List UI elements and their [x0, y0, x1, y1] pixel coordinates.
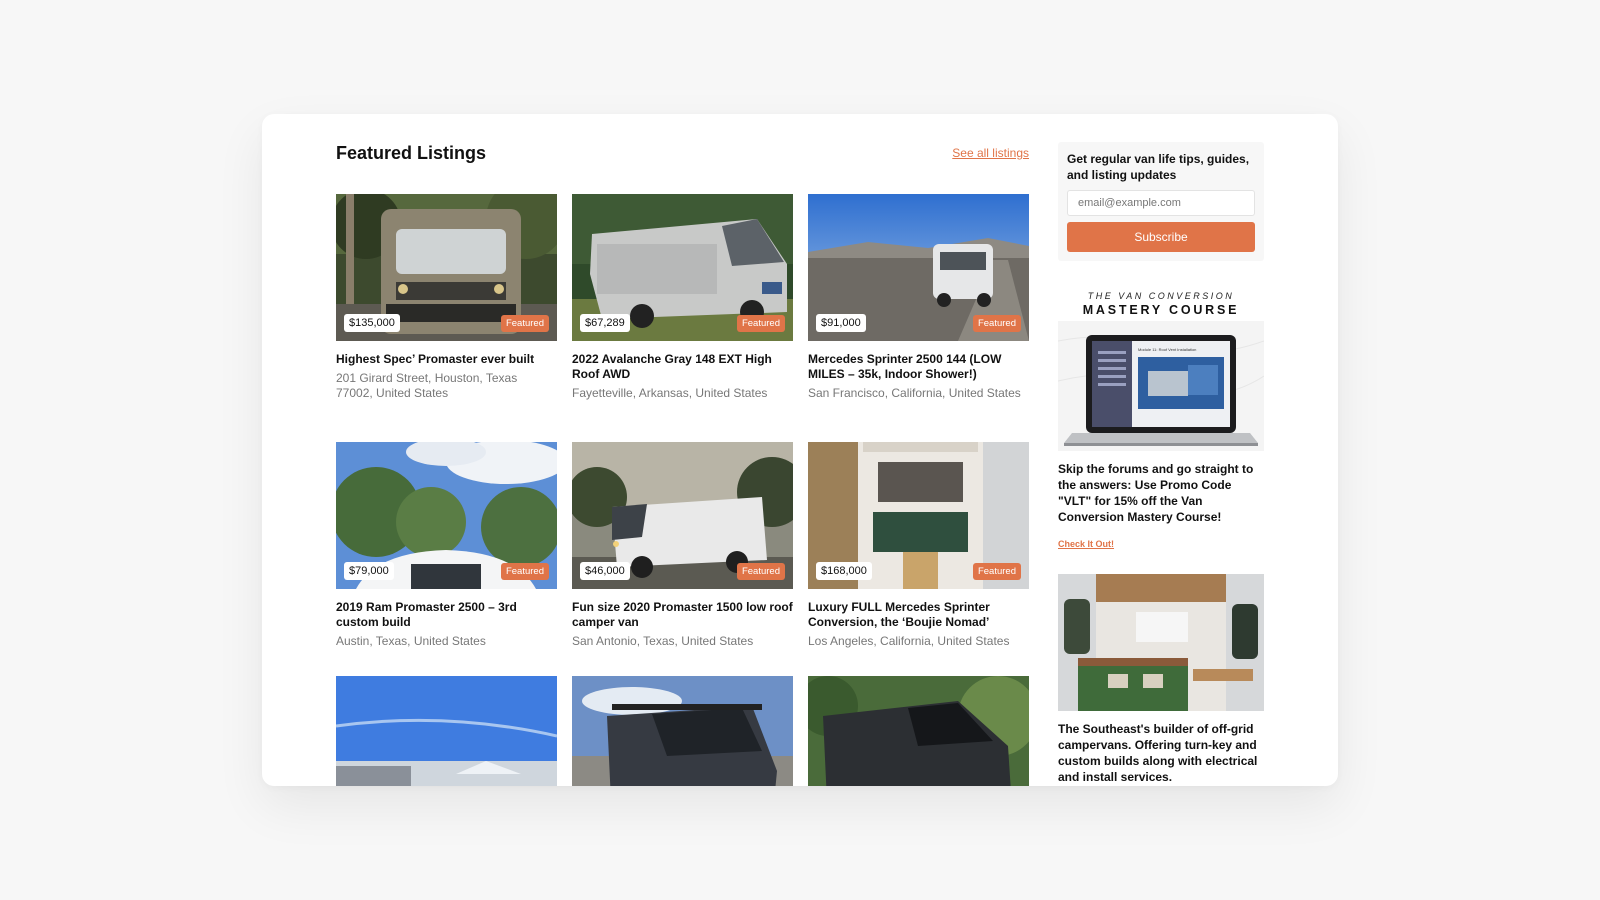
van-photo-image: [808, 676, 1029, 786]
course-eyebrow: THE VAN CONVERSION: [1087, 291, 1235, 301]
van-photo-image: [336, 676, 557, 786]
builder-ad-text: The Southeast's builder of off-grid camp…: [1058, 722, 1258, 784]
listing-photo[interactable]: $135,000 Featured: [336, 194, 557, 341]
price-tag: $168,000: [816, 562, 872, 580]
featured-badge: Featured: [972, 563, 1021, 580]
newsletter-box: Get regular van life tips, guides, and l…: [1058, 142, 1264, 261]
listing-photo[interactable]: $46,000 Featured: [572, 442, 793, 589]
listing-card[interactable]: $91,000 Featured Mercedes Sprinter 2500 …: [808, 194, 1029, 401]
listing-photo[interactable]: [572, 676, 793, 786]
price-tag: $91,000: [816, 314, 866, 332]
sidebar: Get regular van life tips, guides, and l…: [1058, 142, 1264, 785]
van-photo-image: [572, 676, 793, 786]
listing-card[interactable]: $67,289 Featured 2022 Avalanche Gray 148…: [572, 194, 793, 401]
section-title: Featured Listings: [336, 142, 487, 163]
see-all-listings-link[interactable]: See all listings: [952, 146, 1029, 160]
listing-card[interactable]: $46,000 Featured Fun size 2020 Promaster…: [572, 442, 793, 649]
listing-photo[interactable]: $91,000 Featured: [808, 194, 1029, 341]
featured-badge: Featured: [500, 315, 549, 332]
listing-title[interactable]: Mercedes Sprinter 2500 144 (LOW MILES – …: [808, 352, 1029, 382]
listing-card[interactable]: $168,000 Featured Luxury FULL Mercedes S…: [808, 442, 1029, 649]
featured-badge: Featured: [736, 315, 785, 332]
price-tag: $135,000: [344, 314, 400, 332]
newsletter-text: Get regular van life tips, guides, and l…: [1067, 152, 1250, 182]
listing-title[interactable]: Highest Spec’ Promaster ever built: [336, 352, 557, 367]
listing-location: Fayetteville, Arkansas, United States: [572, 386, 768, 400]
listing-location: Austin, Texas, United States: [336, 634, 486, 648]
featured-listings-section: Featured Listings See all listings $135,…: [336, 140, 1029, 786]
listing-photo[interactable]: [808, 676, 1029, 786]
listing-card[interactable]: [336, 676, 557, 786]
price-tag: $46,000: [580, 562, 630, 580]
listing-card[interactable]: [808, 676, 1029, 786]
listing-location: San Antonio, Texas, United States: [572, 634, 754, 648]
listing-card[interactable]: [572, 676, 793, 786]
laptop-screen-caption: Module 11: Roof Vent Installation: [1138, 347, 1196, 352]
listing-title[interactable]: Luxury FULL Mercedes Sprinter Conversion…: [808, 600, 1029, 630]
course-ad[interactable]: THE VAN CONVERSION MASTERY COURSE Module…: [1058, 291, 1264, 552]
email-input[interactable]: [1067, 190, 1255, 216]
check-it-out-link[interactable]: Check It Out!: [1058, 539, 1114, 549]
featured-badge: Featured: [500, 563, 549, 580]
listing-location: San Francisco, California, United States: [808, 386, 1021, 400]
content-card: Featured Listings See all listings $135,…: [262, 114, 1338, 786]
listing-card[interactable]: $135,000 Featured Highest Spec’ Promaste…: [336, 194, 557, 400]
campervan-interior-image: [1058, 574, 1264, 711]
price-tag: $79,000: [344, 562, 394, 580]
featured-badge: Featured: [736, 563, 785, 580]
listing-photo[interactable]: $168,000 Featured: [808, 442, 1029, 589]
price-tag: $67,289: [580, 314, 630, 332]
laptop-image: Module 11: Roof Vent Installation: [1058, 321, 1264, 451]
listing-photo[interactable]: [336, 676, 557, 786]
listing-title[interactable]: Fun size 2020 Promaster 1500 low roof ca…: [572, 600, 793, 630]
builder-ad[interactable]: The Southeast's builder of off-grid camp…: [1058, 574, 1264, 785]
listing-title[interactable]: 2022 Avalanche Gray 148 EXT High Roof AW…: [572, 352, 793, 382]
section-header: Featured Listings See all listings: [336, 140, 1029, 166]
featured-badge: Featured: [972, 315, 1021, 332]
listing-location: 201 Girard Street, Houston, Texas 77002,…: [336, 371, 518, 400]
listing-location: Los Angeles, California, United States: [808, 634, 1010, 648]
subscribe-button[interactable]: Subscribe: [1067, 222, 1255, 252]
listing-title[interactable]: 2019 Ram Promaster 2500 – 3rd custom bui…: [336, 600, 557, 630]
course-name: MASTERY COURSE: [1082, 303, 1240, 317]
listing-card[interactable]: $79,000 Featured 2019 Ram Promaster 2500…: [336, 442, 557, 649]
listing-photo[interactable]: $67,289 Featured: [572, 194, 793, 341]
listing-photo[interactable]: $79,000 Featured: [336, 442, 557, 589]
course-promo-text: Skip the forums and go straight to the a…: [1058, 462, 1254, 524]
